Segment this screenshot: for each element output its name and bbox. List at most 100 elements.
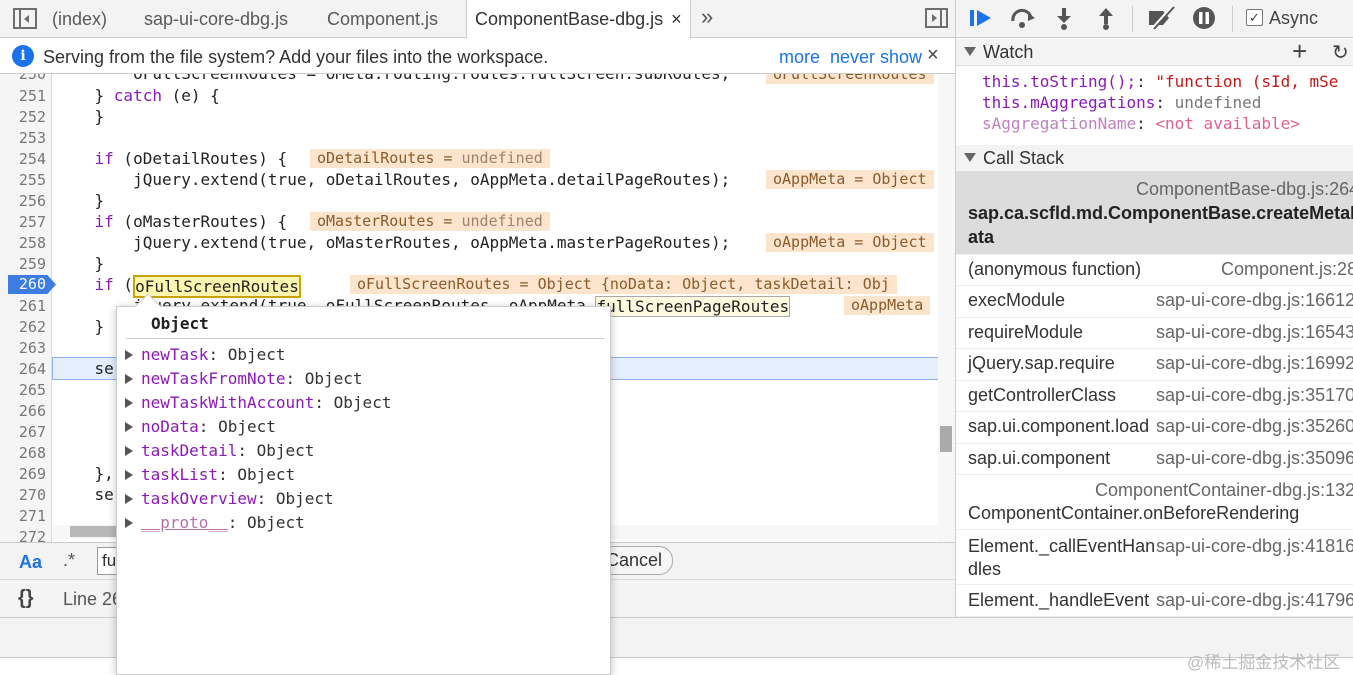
line-number[interactable]: 256 [4,192,46,210]
expand-triangle-icon[interactable] [125,374,133,384]
call-frame[interactable]: sap.ui.component sap-ui-core-dbg.js:3509… [956,444,1353,475]
line-number[interactable]: 261 [4,297,46,315]
inline-value: oDetailRoutes = undefined [310,149,550,168]
frame-function-wrap: ata [968,227,995,247]
line-number[interactable]: 253 [4,129,46,147]
popover-title: Object [151,314,209,333]
step-over-icon[interactable] [1009,6,1037,30]
info-bar-close-icon[interactable]: × [927,44,939,67]
line-number[interactable]: 257 [4,213,46,231]
line-number[interactable]: 263 [4,339,46,357]
call-frame[interactable]: jQuery.sap.require sap-ui-core-dbg.js:16… [956,349,1353,381]
async-label: Async [1269,8,1319,28]
property-row[interactable]: taskDetail: Object [125,441,314,460]
pause-on-exceptions-icon[interactable] [1192,6,1216,30]
frame-location: sap-ui-core-dbg.js:35260 [1156,416,1353,436]
line-number[interactable]: 250 [4,74,46,83]
property-row[interactable]: taskOverview: Object [125,489,334,508]
hovered-variable[interactable]: oFullScreenRoutes [133,275,301,298]
workspace-info-bar: i Serving from the file system? Add your… [0,38,955,74]
call-frame[interactable]: sap.ui.component.load sap-ui-core-dbg.js… [956,412,1353,444]
watermark: @稀土掘金技术社区 [1187,653,1341,672]
call-stack-title: Call Stack [983,148,1065,168]
pretty-print-icon[interactable]: {} [18,587,34,610]
watch-expression[interactable]: this.toString();: "function (sId, mSe [982,72,1338,91]
call-frame[interactable]: (anonymous function) Component.js:28 [956,255,1353,286]
resume-icon[interactable] [968,6,994,30]
expand-triangle-icon[interactable] [125,470,133,480]
expand-triangle-icon[interactable] [125,446,133,456]
frame-function: sap.ca.scfld.md.ComponentBase.createMeta… [968,203,1353,223]
call-frame[interactable]: requireModule sap-ui-core-dbg.js:16543 [956,318,1353,349]
frame-location: sap-ui-core-dbg.js:41796 [1156,590,1353,610]
expand-triangle-icon[interactable] [125,518,133,528]
line-number[interactable]: 258 [4,234,46,252]
line-number[interactable]: 270 [4,486,46,504]
match-case-toggle[interactable]: Aa [19,552,42,573]
refresh-watch-icon[interactable]: ↻ [1332,40,1349,65]
cursor-position: Line 26 [63,589,123,609]
line-number[interactable]: 272 [4,528,46,542]
tab-componentbase-dbg[interactable]: ComponentBase-dbg.js × [466,0,691,39]
expand-triangle-icon[interactable] [125,398,133,408]
line-number[interactable]: 266 [4,402,46,420]
vertical-scroll-thumb[interactable] [940,426,952,452]
line-number[interactable]: 259 [4,255,46,273]
line-number[interactable]: 262 [4,318,46,336]
watch-expression[interactable]: this.mAggregations: undefined [982,93,1261,112]
watch-section-header[interactable]: Watch + ↻ [956,36,1353,67]
call-frame-selected[interactable]: ComponentBase-dbg.js:264 sap.ca.scfld.md… [956,172,1353,255]
tab-index[interactable]: (index) [52,0,107,38]
expand-triangle-icon[interactable] [125,422,133,432]
expand-triangle-icon[interactable] [125,350,133,360]
property-row-proto[interactable]: __proto__: Object [125,513,305,532]
property-row[interactable]: newTaskFromNote: Object [125,369,363,388]
call-stack-section-header[interactable]: Call Stack [956,145,1353,172]
line-number[interactable]: 267 [4,423,46,441]
line-number[interactable]: 252 [4,108,46,126]
step-into-icon[interactable] [1054,6,1074,30]
frame-function: requireModule [968,322,1084,342]
popover-divider [126,338,604,339]
add-watch-icon[interactable]: + [1292,36,1307,67]
toggle-navigator-icon[interactable] [13,8,37,29]
toggle-debugger-sidebar-icon[interactable] [925,8,948,28]
tab-close-icon[interactable]: × [671,9,682,29]
more-link[interactable]: more [779,47,820,68]
line-number[interactable]: 268 [4,444,46,462]
async-checkbox[interactable]: ✓ [1246,9,1263,26]
frame-function: (anonymous function) [968,259,1142,279]
code-line: se [56,359,114,378]
breakpoint-marker[interactable]: 260 [8,275,56,294]
expand-triangle-icon[interactable] [125,494,133,504]
line-number[interactable]: 264 [4,360,46,378]
property-row[interactable]: newTaskWithAccount: Object [125,393,391,412]
line-number[interactable]: 265 [4,381,46,399]
call-frame[interactable]: getControllerClass sap-ui-core-dbg.js:35… [956,381,1353,412]
call-frame[interactable]: Element._callEventHan dles sap-ui-core-d… [956,530,1353,585]
never-show-link[interactable]: never show [830,47,922,68]
call-frame[interactable]: ComponentContainer-dbg.js:132 ComponentC… [956,475,1353,530]
tab-component[interactable]: Component.js [327,0,438,38]
tab-sap-ui-core-dbg[interactable]: sap-ui-core-dbg.js [144,0,288,38]
more-tabs-icon[interactable]: » [701,4,713,30]
call-frame[interactable]: execModule sap-ui-core-dbg.js:16612 [956,286,1353,318]
toolbar-separator [1232,6,1233,32]
line-number[interactable]: 254 [4,150,46,168]
code-line: if (oDetailRoutes) { [94,149,288,168]
line-number[interactable]: 255 [4,171,46,189]
line-number[interactable]: 269 [4,465,46,483]
step-out-icon[interactable] [1096,6,1116,30]
property-row[interactable]: taskList: Object [125,465,295,484]
property-row[interactable]: noData: Object [125,417,276,436]
code-line: if (oFullScreenRoutes) { [94,275,301,298]
line-number[interactable]: 271 [4,507,46,525]
property-row[interactable]: newTask: Object [125,345,286,364]
regex-toggle[interactable]: .* [63,550,75,571]
line-number[interactable]: 251 [4,87,46,105]
deactivate-breakpoints-icon[interactable] [1146,6,1176,30]
watch-expression[interactable]: sAggregationName: <not available> [982,114,1300,133]
call-frame[interactable]: Element._handleEvent sap-ui-core-dbg.js:… [956,585,1353,617]
editor-tab-bar: (index) sap-ui-core-dbg.js Component.js … [0,0,955,39]
vertical-scrollbar[interactable] [938,74,955,542]
